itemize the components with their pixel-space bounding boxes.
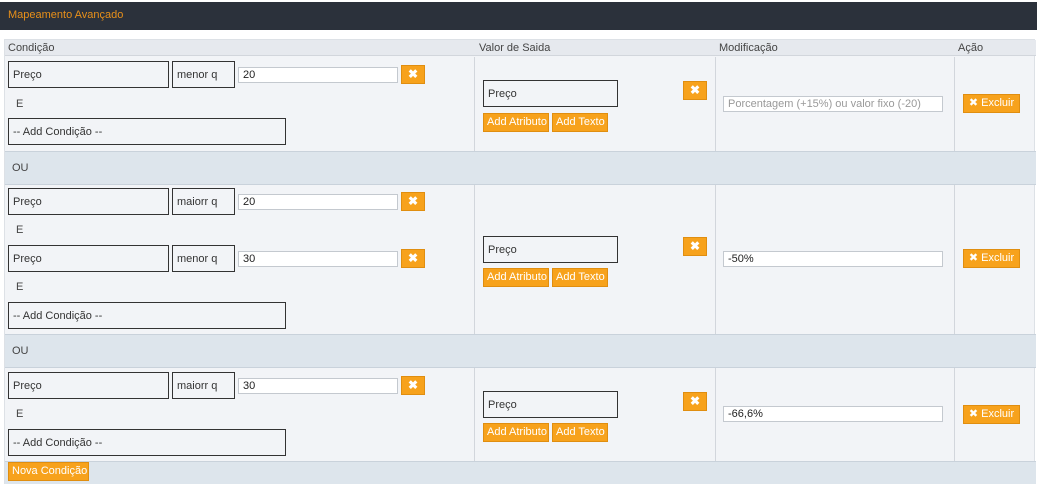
condition-value-input[interactable]: 20 bbox=[238, 67, 398, 83]
condition-operator-select[interactable]: menor q bbox=[172, 245, 235, 272]
close-icon: ✖ bbox=[407, 251, 419, 265]
condition-value-input[interactable]: 30 bbox=[238, 251, 398, 267]
header-condition: Condição bbox=[8, 42, 55, 54]
condition-value-input[interactable]: 20 bbox=[238, 194, 398, 210]
condition-operator-select[interactable]: maiorr q bbox=[172, 188, 235, 215]
and-label: E bbox=[16, 408, 24, 420]
remove-output-button[interactable]: ✖ bbox=[683, 81, 707, 100]
condition-value-input[interactable]: 30 bbox=[238, 378, 398, 394]
column-divider bbox=[474, 368, 475, 461]
footer-band bbox=[5, 461, 1036, 484]
close-icon: ✖ bbox=[968, 252, 979, 264]
header-action: Ação bbox=[958, 42, 984, 54]
header-modification: Modificação bbox=[719, 42, 778, 54]
column-divider bbox=[954, 368, 955, 461]
modification-input[interactable]: -66,6% bbox=[723, 406, 943, 422]
or-label: OU bbox=[12, 162, 29, 174]
output-field-select[interactable]: Preço bbox=[483, 80, 618, 107]
remove-condition-button[interactable]: ✖ bbox=[401, 192, 425, 211]
condition-field-select[interactable]: Preço bbox=[8, 372, 169, 399]
close-icon: ✖ bbox=[689, 394, 701, 408]
or-separator: OU bbox=[5, 334, 1036, 368]
new-condition-button[interactable]: Nova Condição bbox=[8, 462, 89, 481]
delete-rule-button[interactable]: ✖ Excluir bbox=[963, 94, 1020, 113]
column-divider bbox=[715, 57, 716, 152]
remove-condition-button[interactable]: ✖ bbox=[401, 65, 425, 84]
delete-rule-button[interactable]: ✖ Excluir bbox=[963, 249, 1020, 268]
or-label: OU bbox=[12, 345, 29, 357]
close-icon: ✖ bbox=[689, 239, 701, 253]
and-label: E bbox=[16, 224, 24, 236]
table-header: Condição Valor de Saida Modificação Ação bbox=[5, 40, 1036, 56]
page-title: Mapeamento Avançado bbox=[8, 9, 124, 21]
column-divider bbox=[474, 185, 475, 335]
column-divider bbox=[715, 185, 716, 335]
close-icon: ✖ bbox=[968, 408, 979, 420]
close-icon: ✖ bbox=[407, 194, 419, 208]
add-text-button[interactable]: Add Texto bbox=[552, 268, 608, 287]
remove-condition-button[interactable]: ✖ bbox=[401, 376, 425, 395]
modification-input[interactable]: -50% bbox=[723, 251, 943, 267]
remove-output-button[interactable]: ✖ bbox=[683, 237, 707, 256]
add-attribute-button[interactable]: Add Atributo bbox=[483, 113, 549, 132]
modification-input[interactable]: Porcentagem (+15%) ou valor fixo (-20) bbox=[723, 96, 943, 112]
output-field-select[interactable]: Preço bbox=[483, 236, 618, 263]
header-output: Valor de Saida bbox=[479, 42, 551, 54]
and-label: E bbox=[16, 98, 24, 110]
close-icon: ✖ bbox=[968, 97, 979, 109]
condition-field-select[interactable]: Preço bbox=[8, 61, 169, 88]
column-divider bbox=[474, 57, 475, 152]
condition-operator-select[interactable]: maiorr q bbox=[172, 372, 235, 399]
add-attribute-button[interactable]: Add Atributo bbox=[483, 423, 549, 442]
condition-field-select[interactable]: Preço bbox=[8, 245, 169, 272]
output-field-select[interactable]: Preço bbox=[483, 391, 618, 418]
condition-operator-select[interactable]: menor q bbox=[172, 61, 235, 88]
add-text-button[interactable]: Add Texto bbox=[552, 423, 608, 442]
delete-label: Excluir bbox=[981, 97, 1015, 109]
close-icon: ✖ bbox=[689, 83, 701, 97]
delete-label: Excluir bbox=[981, 408, 1015, 420]
add-text-button[interactable]: Add Texto bbox=[552, 113, 608, 132]
close-icon: ✖ bbox=[407, 378, 419, 392]
delete-rule-button[interactable]: ✖ Excluir bbox=[963, 405, 1020, 424]
or-separator: OU bbox=[5, 151, 1036, 185]
add-condition-select[interactable]: -- Add Condição -- bbox=[8, 429, 286, 456]
add-condition-select[interactable]: -- Add Condição -- bbox=[8, 302, 286, 329]
column-divider bbox=[954, 185, 955, 335]
remove-output-button[interactable]: ✖ bbox=[683, 392, 707, 411]
mapping-table: Condição Valor de Saida Modificação Ação… bbox=[4, 39, 1036, 484]
close-icon: ✖ bbox=[407, 67, 419, 81]
delete-label: Excluir bbox=[981, 252, 1015, 264]
column-divider bbox=[954, 57, 955, 152]
titlebar: Mapeamento Avançado bbox=[0, 2, 1037, 30]
remove-condition-button[interactable]: ✖ bbox=[401, 249, 425, 268]
condition-field-select[interactable]: Preço bbox=[8, 188, 169, 215]
column-divider bbox=[715, 368, 716, 461]
add-condition-select[interactable]: -- Add Condição -- bbox=[8, 118, 286, 145]
and-label: E bbox=[16, 281, 24, 293]
add-attribute-button[interactable]: Add Atributo bbox=[483, 268, 549, 287]
